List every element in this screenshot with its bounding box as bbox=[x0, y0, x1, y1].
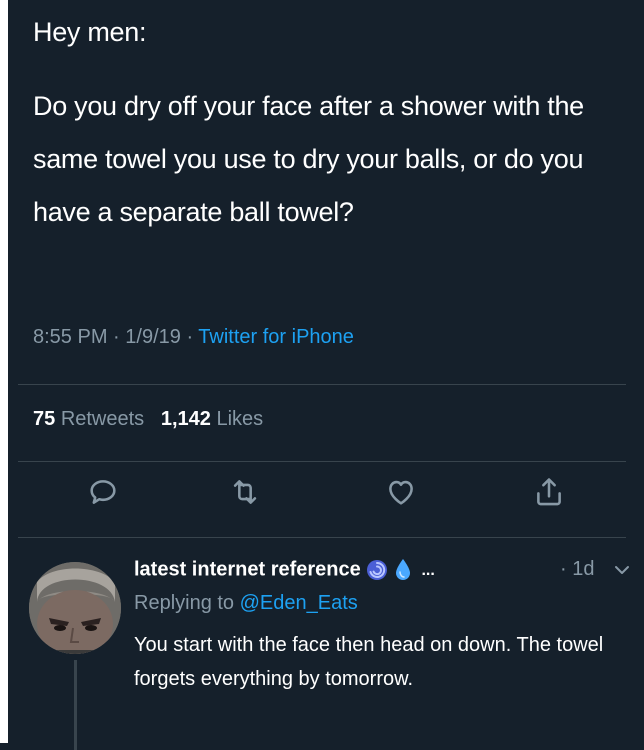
tweet-body: Do you dry off your face after a shower … bbox=[33, 91, 584, 227]
reply-time[interactable]: · 1d bbox=[560, 558, 594, 581]
like-button[interactable] bbox=[384, 475, 418, 509]
reply-icon bbox=[90, 480, 116, 504]
thread-line bbox=[74, 660, 77, 750]
tweet-time: 8:55 PM bbox=[33, 326, 108, 348]
replying-label: Replying to bbox=[134, 592, 235, 614]
chevron-down-icon[interactable] bbox=[612, 558, 632, 582]
name-ellipsis: ... bbox=[421, 562, 435, 580]
tweet-stats: 75 Retweets 1,142 Likes bbox=[33, 408, 263, 431]
retweets-stat[interactable]: 75 Retweets bbox=[33, 408, 144, 430]
like-icon bbox=[389, 480, 413, 505]
reply-button[interactable] bbox=[86, 475, 120, 509]
avatar[interactable] bbox=[29, 562, 121, 654]
reply-header: latest internet reference ... · 1d bbox=[134, 558, 634, 588]
divider bbox=[18, 384, 626, 385]
droplet-emoji-icon bbox=[395, 559, 410, 580]
likes-label: Likes bbox=[216, 408, 264, 430]
likes-count: 1,142 bbox=[160, 408, 211, 430]
tweet-actions bbox=[0, 475, 644, 525]
retweet-button[interactable] bbox=[228, 475, 262, 509]
reply-tweet[interactable]: latest internet reference ... · 1d Reply… bbox=[0, 540, 644, 750]
avatar-face-image bbox=[29, 562, 121, 654]
meta-separator: · bbox=[186, 326, 199, 348]
tweet-date: 1/9/19 bbox=[125, 326, 181, 348]
replying-handle-link[interactable]: @Eden_Eats bbox=[240, 592, 358, 614]
meta-separator: · bbox=[113, 326, 126, 348]
share-icon bbox=[537, 478, 561, 506]
tweet-source-link[interactable]: Twitter for iPhone bbox=[198, 326, 354, 348]
retweets-label: Retweets bbox=[60, 408, 145, 430]
likes-stat[interactable]: 1,142 Likes bbox=[161, 408, 263, 430]
retweets-count: 75 bbox=[33, 408, 56, 430]
retweet-icon bbox=[233, 480, 257, 504]
cyclone-emoji-icon bbox=[367, 560, 388, 580]
tweet-greeting: Hey men: bbox=[33, 17, 147, 47]
share-button[interactable] bbox=[532, 475, 566, 509]
divider bbox=[18, 537, 626, 538]
divider bbox=[18, 461, 626, 462]
reply-text: You start with the face then head on dow… bbox=[134, 634, 604, 690]
tweet-meta: 8:55 PM · 1/9/19 · Twitter for iPhone bbox=[33, 326, 354, 349]
replying-to: Replying to @Eden_Eats bbox=[134, 592, 358, 615]
reply-display-name[interactable]: latest internet reference bbox=[134, 558, 361, 580]
